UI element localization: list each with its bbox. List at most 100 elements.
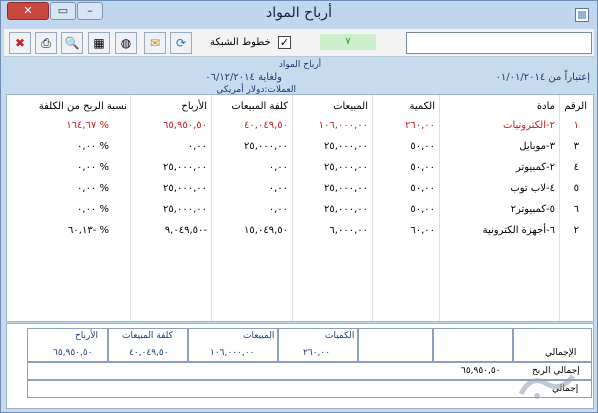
cell-item: ٤-لاب توب (510, 183, 555, 194)
cell-number: ٥ (573, 183, 579, 194)
header-profit[interactable]: الأرباح (181, 97, 207, 117)
table-row[interactable]: ٥ ٤-لاب توب ٥٠,٠٠ ٢٥,٠٠٠,٠٠ ٠,٠٠ ٢٥,٠٠٠,… (7, 179, 595, 199)
table-row[interactable]: ٤ ٢-كمبيوتر ٥٠,٠٠ ٢٥,٠٠٠,٠٠ ٠,٠٠ ٢٥,٠٠٠,… (7, 158, 595, 178)
close-icon: ✕ (23, 4, 33, 17)
cell-qty: ٥٠,٠٠ (410, 141, 435, 152)
site-watermark (518, 374, 575, 399)
report-header: أرباح المواد إعتباراً من ٠١/٠١/٢٠١٤ ولغا… (6, 58, 594, 95)
printer-icon: ⎙ (41, 36, 51, 50)
total-label: الإجمالي (545, 348, 577, 358)
spreadsheet-icon: ▦ (93, 36, 105, 50)
cell-cost: ١٥,٠٤٩,٥٠ (244, 225, 288, 236)
maximize-icon: ▭ (57, 4, 69, 17)
search-input[interactable] (406, 32, 592, 54)
cell-qty: ٥٠,٠٠ (410, 204, 435, 215)
email-button[interactable]: ✉ (144, 32, 166, 54)
header-sales[interactable]: المبيعات (333, 97, 368, 117)
globe-icon: ◍ (120, 36, 132, 50)
print-button[interactable]: ⎙ (35, 32, 57, 54)
record-counter: ٧ (320, 34, 376, 50)
footer-header-profit: الأرباح (75, 331, 99, 341)
header-item[interactable]: مادة (537, 97, 555, 117)
total-sales: ١٠٦,٠٠٠,٠٠ (210, 348, 255, 358)
cell-sales: ٢٥,٠٠٠,٠٠ (324, 141, 368, 152)
cell-cost: ٤٠,٠٤٩,٥٠ (244, 120, 288, 131)
cell-cost: ٠,٠٠ (268, 183, 288, 194)
header-cost[interactable]: كلفة المبيعات (231, 97, 288, 117)
web-button[interactable]: ◍ (115, 32, 137, 54)
table-row[interactable]: ١ ٢-الكترونيات ٢٦٠,٠٠ ١٠٦,٠٠٠,٠٠ ٤٠,٠٤٩,… (7, 116, 595, 136)
profit-table: الرقم مادة الكمية المبيعات كلفة المبيعات… (6, 94, 594, 322)
report-window: أرباح المواد ✕ ▭ – ✖ ⎙ 🔍 ▦ ◍ ✉ ⟳ خطوط ال… (0, 0, 598, 413)
app-icon (575, 8, 589, 22)
maximize-button[interactable]: ▭ (50, 2, 76, 20)
table-row[interactable]: ٣ ٣-موبايل ٥٠,٠٠ ٢٥,٠٠٠,٠٠ ٢٥,٠٠٠,٠٠ ٠,٠… (7, 137, 595, 157)
cell-profit: ٢٥,٠٠٠,٠٠ (163, 183, 207, 194)
cell-profit-pct: ٠,٠٠ % (77, 162, 109, 173)
grid-lines-label: خطوط الشبكة (210, 37, 271, 48)
cell-sales: ٢٥,٠٠٠,٠٠ (324, 183, 368, 194)
footer-header-qty: الكميات (325, 331, 355, 341)
cell-profit-pct: ٠,٠٠ % (77, 204, 109, 215)
preview-button[interactable]: 🔍 (61, 32, 83, 54)
header-number[interactable]: الرقم (564, 97, 587, 117)
cell-item: ٦-أجهزة الكترونية (482, 225, 555, 236)
envelope-icon: ✉ (149, 36, 161, 50)
refresh-button[interactable]: ⟳ (170, 32, 192, 54)
header-qty[interactable]: الكمية (409, 97, 435, 117)
minimize-button[interactable]: – (77, 2, 103, 20)
totals-panel: الأرباح كلفة المبيعات المبيعات الكميات ٦… (6, 323, 594, 409)
cell-cost: ٠,٠٠ (268, 162, 288, 173)
cell-profit: ٢٥,٠٠٠,٠٠ (163, 204, 207, 215)
cell-profit: ٦٥,٩٥٠,٥٠ (163, 120, 207, 131)
cell-sales: ٢٥,٠٠٠,٠٠ (324, 162, 368, 173)
footer-header-cost: كلفة المبيعات (122, 331, 173, 341)
cell-qty: ٥٠,٠٠ (410, 183, 435, 194)
close-button[interactable]: ✕ (7, 2, 49, 20)
cell-profit-pct: ١٦٤,٦٧ % (66, 120, 109, 131)
grid-lines-checkbox[interactable]: ✓ (278, 36, 291, 49)
cell-qty: ٦٠,٠٠ (410, 225, 435, 236)
table-header: الرقم مادة الكمية المبيعات كلفة المبيعات… (7, 97, 595, 117)
cell-sales: ٦,٠٠٠,٠٠ (329, 225, 368, 236)
export-button[interactable]: ▦ (88, 32, 110, 54)
table-row[interactable]: ٢ ٦-أجهزة الكترونية ٦٠,٠٠ ٦,٠٠٠,٠٠ ١٥,٠٤… (7, 221, 595, 241)
cell-sales: ١٠٦,٠٠٠,٠٠ (318, 120, 368, 131)
cell-number: ٣ (573, 141, 579, 152)
title-bar: أرباح المواد ✕ ▭ – (1, 1, 597, 29)
cell-cost: ٢٥,٠٠٠,٠٠ (244, 141, 288, 152)
report-heading: أرباح المواد (278, 60, 322, 70)
report-period-end: ولغاية ٠٦/١٢/٢٠١٤ (205, 72, 282, 83)
cell-number: ٦ (573, 204, 579, 215)
cell-profit: ٢٥,٠٠٠,٠٠ (163, 162, 207, 173)
report-period-start: إعتباراً من ٠١/٠١/٢٠١٤ (495, 72, 590, 83)
cell-number: ١ (573, 120, 579, 131)
cell-profit-pct: ٠,٠٠ % (77, 183, 109, 194)
cell-profit-pct: ٠,٠٠ % (77, 141, 109, 152)
gross-profit-value: ٦٥,٩٥٠,٥٠ (461, 366, 501, 376)
cell-profit: ٠,٠٠ (187, 141, 207, 152)
cell-number: ٢ (573, 225, 579, 236)
refresh-icon: ⟳ (175, 36, 187, 50)
total-profit: ٦٥,٩٥٠,٥٠ (53, 348, 93, 358)
minimize-icon: – (87, 4, 93, 17)
header-profit-pct[interactable]: نسبة الربح من الكلفة (39, 97, 127, 117)
cell-item: ٣-موبايل (519, 141, 555, 152)
table-row[interactable]: ٦ ٥-كمبيوتر٢ ٥٠,٠٠ ٢٥,٠٠٠,٠٠ ٠,٠٠ ٢٥,٠٠٠… (7, 200, 595, 220)
cell-sales: ٢٥,٠٠٠,٠٠ (324, 204, 368, 215)
cell-profit-pct: ٦٠,١٣- % (68, 225, 109, 236)
cell-cost: ٠,٠٠ (268, 204, 288, 215)
cell-item: ٢-كمبيوتر (515, 162, 555, 173)
cell-qty: ٢٦٠,٠٠ (404, 120, 435, 131)
cell-item: ٥-كمبيوتر٢ (510, 204, 555, 215)
cell-qty: ٥٠,٠٠ (410, 162, 435, 173)
cell-number: ٤ (573, 162, 579, 173)
magnifier-icon: 🔍 (64, 36, 80, 50)
cell-item: ٢-الكترونيات (503, 120, 555, 131)
total-qty: ٢٦٠,٠٠ (303, 348, 331, 358)
x-icon: ✖ (14, 36, 26, 50)
footer-header-sales: المبيعات (243, 331, 275, 341)
total-cost: ٤٠,٠٤٩,٥٠ (129, 348, 169, 358)
close-report-button[interactable]: ✖ (9, 32, 31, 54)
cell-profit: ٩,٠٤٩,٥٠- (164, 225, 207, 236)
